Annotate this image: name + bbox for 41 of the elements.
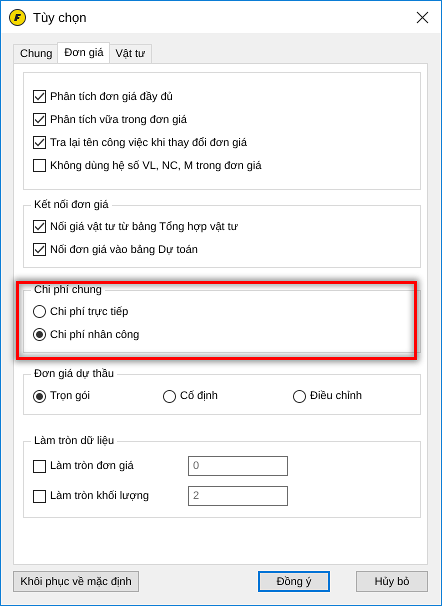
checkbox[interactable]	[33, 490, 46, 502]
radio-button[interactable]	[293, 390, 306, 402]
radio-label: Trọn gói	[50, 390, 90, 402]
checkbox-label: Tra lại tên công việc khi thay đổi đơn giá	[50, 136, 247, 148]
dialog-button[interactable]: Đồng ý	[258, 571, 330, 592]
input-field[interactable]: 0	[188, 456, 288, 476]
dialog-button[interactable]: Hủy bỏ	[356, 571, 428, 592]
checkbox[interactable]	[33, 90, 46, 103]
checkbox-label: Nối đơn giá vào bảng Dự toán	[50, 244, 198, 256]
checkbox-label: Phân tích đơn giá đầy đủ	[50, 90, 173, 102]
checkbox-label: Làm tròn khối lượng	[50, 490, 149, 502]
tab[interactable]: Vật tư	[108, 44, 152, 63]
checkbox-label: Không dùng hệ số VL, NC, M trong đơn giá	[50, 160, 262, 172]
checkbox-label: Làm tròn đơn giá	[50, 460, 134, 472]
checkbox[interactable]	[33, 460, 46, 472]
radio-label: Điều chỉnh	[310, 390, 362, 402]
tab[interactable]: Chung	[13, 44, 60, 63]
checkbox[interactable]	[33, 220, 46, 233]
radio-button[interactable]	[33, 390, 46, 402]
group-title: Chi phí chung	[33, 284, 103, 296]
radio-button[interactable]	[33, 305, 46, 318]
input-field[interactable]: 2	[188, 486, 288, 506]
close-icon[interactable]	[416, 10, 429, 24]
radio-button[interactable]	[33, 328, 46, 341]
checkbox[interactable]	[33, 159, 46, 172]
radio-label: Cố định	[180, 390, 218, 402]
radio-button[interactable]	[163, 390, 176, 402]
checkbox-label: Nối giá vật tư từ bảng Tổng hợp vật tư	[50, 220, 238, 232]
dialog-button[interactable]: Khôi phục về mặc định	[13, 571, 139, 592]
group-title: Làm tròn dữ liệu	[33, 435, 116, 447]
checkbox-label: Phân tích vữa trong đơn giá	[50, 114, 187, 126]
checkbox[interactable]	[33, 243, 46, 256]
app-logo-icon	[9, 8, 26, 26]
group-title: Kết nối đơn giá	[33, 199, 110, 211]
checkbox[interactable]	[33, 136, 46, 149]
window-title: Tùy chọn	[33, 10, 88, 24]
radio-label: Chi phí trực tiếp	[50, 306, 128, 318]
checkbox[interactable]	[33, 113, 46, 126]
group-title: Đơn giá dự thầu	[33, 368, 116, 380]
tab[interactable]: Đơn giá	[57, 42, 110, 63]
radio-label: Chi phí nhân công	[50, 328, 140, 340]
